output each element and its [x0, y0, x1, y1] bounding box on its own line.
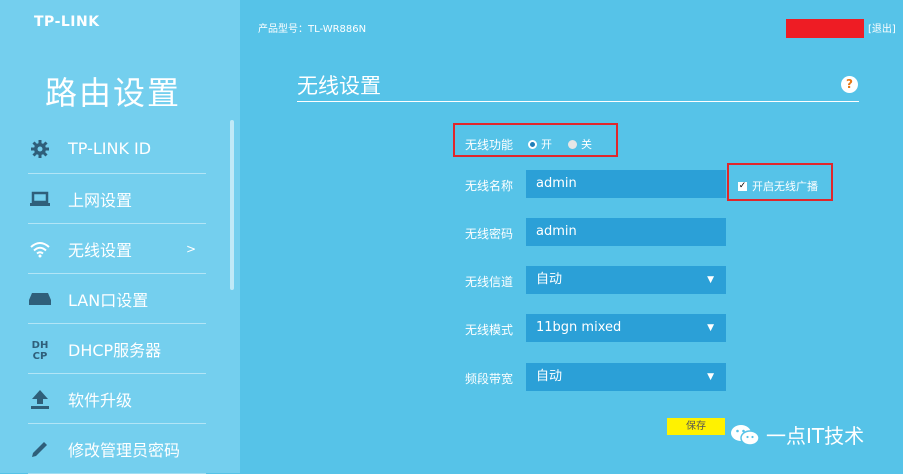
product-model: 产品型号：TL-WR886N: [258, 24, 367, 35]
bandwidth-label: 频段带宽: [464, 372, 513, 386]
tp-link-logo: TP-LINK: [34, 14, 100, 30]
radio-off-label: 关: [581, 138, 592, 151]
sidebar-menu: TP-LINK ID 上网设置 无线设置 > LAN口设置 DHCP DHCP: [28, 124, 206, 474]
bandwidth-value: 自动: [536, 369, 563, 384]
broadcast-checkbox[interactable]: ✓ 开启无线广播: [738, 178, 818, 194]
caret-down-icon: ▼: [707, 275, 714, 285]
radio-wireless-off[interactable]: 关: [568, 136, 592, 152]
dhcp-icon: DH CP: [28, 337, 52, 361]
broadcast-label: 开启无线广播: [752, 180, 818, 193]
password-label: 无线密码: [464, 227, 513, 241]
radio-selected-icon: [528, 139, 537, 149]
ssid-label: 无线名称: [464, 179, 513, 193]
sidebar-item-upgrade[interactable]: 软件升级: [28, 374, 206, 424]
sidebar-item-label: 上网设置: [68, 190, 133, 210]
watermark-text: 一点IT技术: [766, 424, 865, 448]
sidebar-item-dhcp[interactable]: DH CP DHCP服务器: [28, 324, 206, 374]
sidebar-scrollbar[interactable]: [230, 120, 234, 290]
radio-on-label: 开: [541, 138, 552, 151]
save-button[interactable]: 保存: [667, 418, 725, 435]
channel-label: 无线信道: [464, 275, 513, 289]
radio-wireless-on[interactable]: 开: [528, 136, 552, 152]
svg-text:DH: DH: [32, 340, 49, 351]
channel-value: 自动: [536, 272, 563, 287]
sidebar-title: 路由设置: [45, 74, 182, 112]
sidebar-item-label: 无线设置: [68, 240, 133, 260]
redacted-box: [786, 19, 864, 38]
sidebar-item-admin-password[interactable]: 修改管理员密码: [28, 424, 206, 474]
logout-link[interactable]: [退出]: [868, 20, 896, 35]
title-divider: [297, 101, 859, 102]
mode-value: 11bgn mixed: [536, 320, 622, 335]
sidebar-item-tplink-id[interactable]: TP-LINK ID: [28, 124, 206, 174]
sidebar-item-label: 软件升级: [68, 390, 133, 410]
watermark: 一点IT技术: [730, 420, 864, 449]
channel-select[interactable]: 自动 ▼: [526, 266, 726, 294]
password-input[interactable]: admin: [526, 218, 726, 246]
page-title: 无线设置: [297, 74, 381, 98]
wireless-function-label: 无线功能: [464, 138, 513, 152]
sidebar-item-label: LAN口设置: [68, 290, 149, 310]
mode-select[interactable]: 11bgn mixed ▼: [526, 314, 726, 342]
bandwidth-select[interactable]: 自动 ▼: [526, 363, 726, 391]
lan-icon: [28, 287, 52, 311]
help-icon[interactable]: ?: [841, 76, 858, 93]
sidebar-item-wireless[interactable]: 无线设置 >: [28, 224, 206, 274]
pencil-icon: [28, 437, 52, 461]
sidebar-item-label: DHCP服务器: [68, 340, 162, 360]
svg-text:CP: CP: [33, 351, 48, 360]
laptop-icon: [28, 187, 52, 211]
chevron-right-icon: >: [185, 241, 196, 256]
mode-label: 无线模式: [464, 323, 513, 337]
sidebar-item-internet[interactable]: 上网设置: [28, 174, 206, 224]
wechat-icon: [730, 424, 760, 446]
sidebar-item-label: 修改管理员密码: [68, 440, 181, 460]
gear-icon: [28, 137, 52, 161]
sidebar-item-lan[interactable]: LAN口设置: [28, 274, 206, 324]
caret-down-icon: ▼: [707, 372, 714, 382]
checkbox-checked-icon: ✓: [738, 180, 747, 191]
ssid-input[interactable]: admin: [526, 170, 726, 198]
radio-unselected-icon: [568, 139, 577, 149]
caret-down-icon: ▼: [707, 323, 714, 333]
upload-icon: [28, 387, 52, 411]
wifi-icon: [28, 237, 52, 261]
sidebar-item-label: TP-LINK ID: [68, 139, 152, 158]
sidebar: TP-LINK 路由设置 TP-LINK ID 上网设置 无线设置 > LAN口…: [0, 0, 240, 474]
